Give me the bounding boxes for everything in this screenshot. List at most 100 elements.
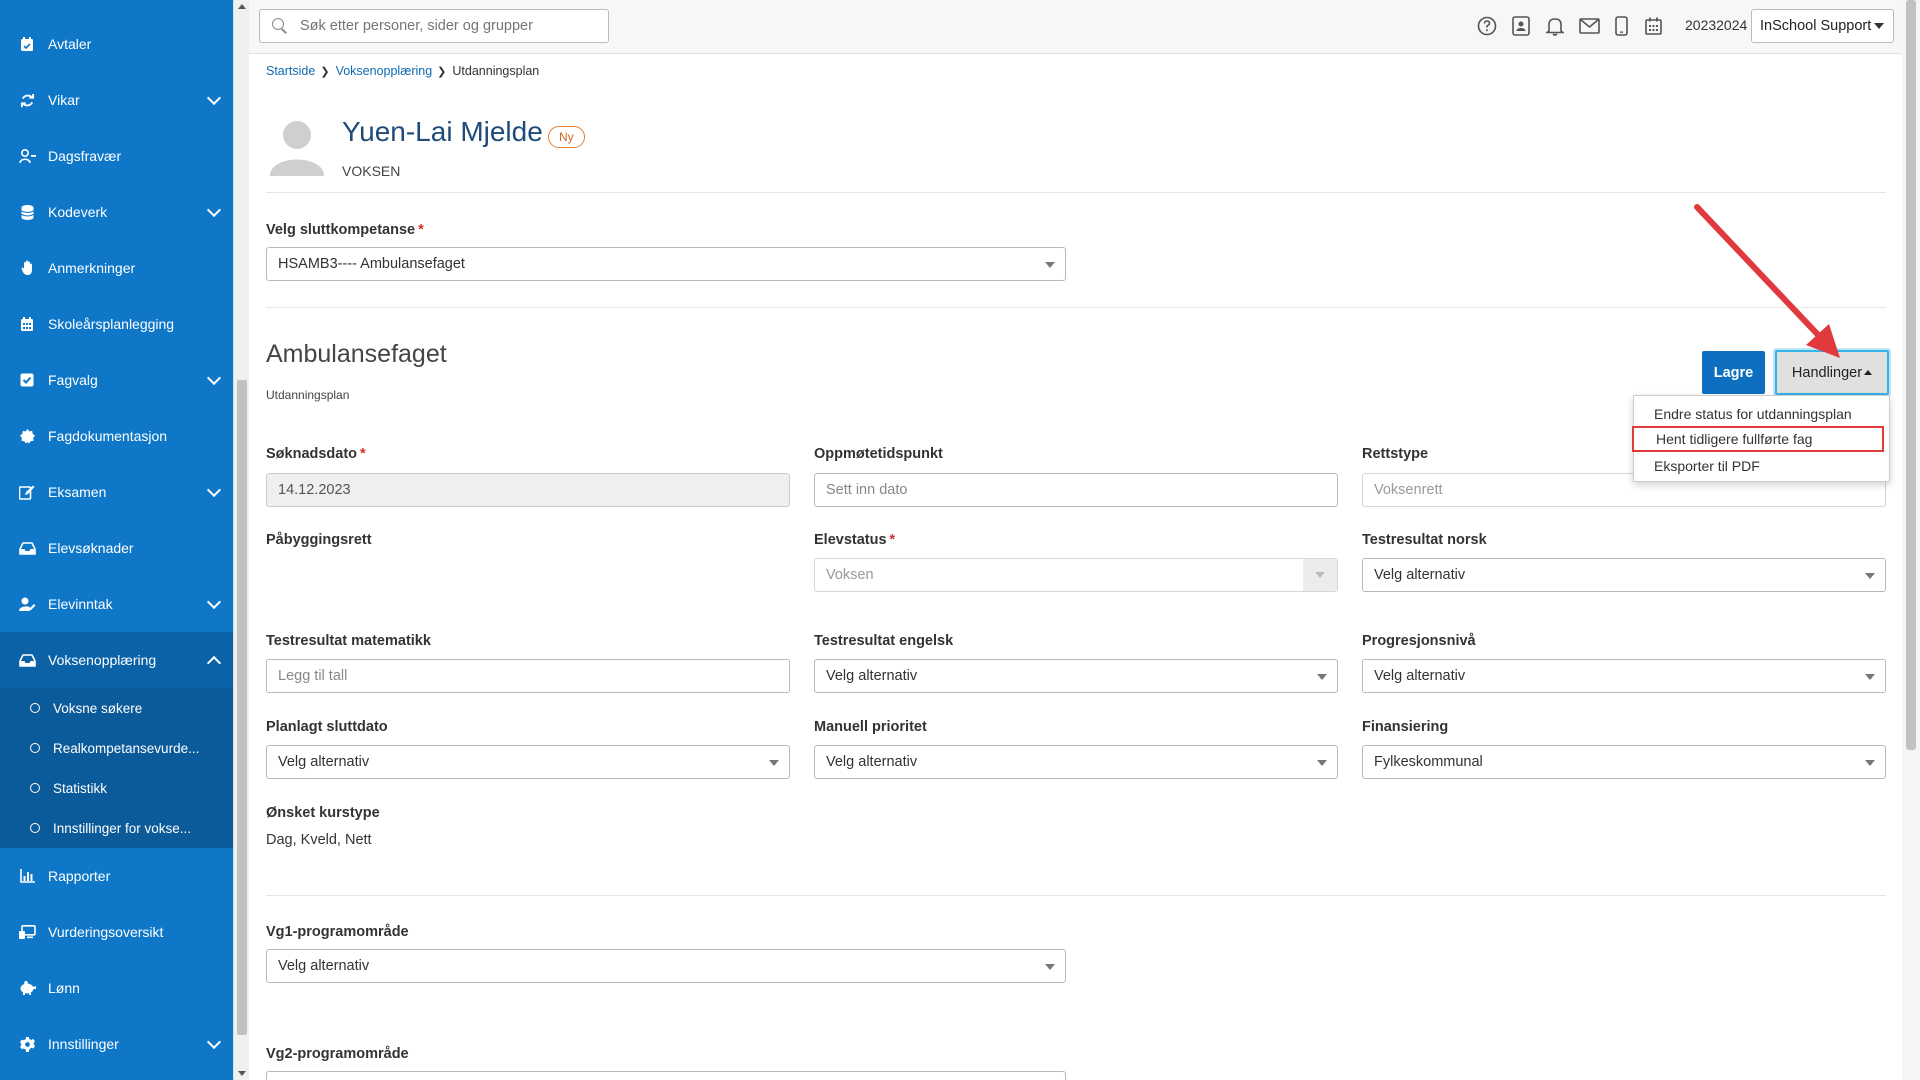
progresjon-select[interactable]: Velg alternativ (1362, 659, 1886, 693)
sidebar-subitem-innstillinger-voksen[interactable]: Innstillinger for vokse... (0, 808, 233, 848)
vg2-select[interactable] (266, 1071, 1066, 1080)
divider (266, 307, 1886, 308)
badge-icon (18, 427, 36, 445)
elevstatus-label: Elevstatus * (814, 532, 896, 548)
finansiering-value: Fylkeskommunal (1374, 754, 1483, 770)
sidebar-item-rapporter[interactable]: Rapporter (0, 848, 233, 904)
rettstype-label: Rettstype (1362, 446, 1429, 462)
inbox-icon (18, 651, 36, 669)
user-menu-button[interactable]: InSchool Support (1751, 9, 1894, 43)
school-year[interactable]: 20232024 (1685, 17, 1747, 33)
sidebar-subitem-label: Voksne søkere (53, 700, 143, 716)
dropdown-arrow-icon (1865, 674, 1875, 680)
scroll-up-arrow-icon[interactable] (238, 4, 246, 9)
sidebar-item-anmerkninger[interactable]: Anmerkninger (0, 240, 233, 296)
dropdown-arrow-icon (1865, 760, 1875, 766)
sidebar-item-elevinntak[interactable]: Elevinntak (0, 576, 233, 632)
sidebar-item-avtaler[interactable]: Avtaler (0, 16, 233, 72)
sidebar-item-label: Elevsøknader (48, 540, 134, 556)
person-role: VOKSEN (342, 163, 401, 179)
sidebar-item-skolearsplanlegging[interactable]: Skoleårsplanlegging (0, 296, 233, 352)
section-title: Ambulansefaget (266, 340, 447, 368)
chevron-down-icon (206, 482, 222, 498)
test-engelsk-select[interactable]: Velg alternativ (814, 659, 1338, 693)
test-norsk-value: Velg alternativ (1374, 567, 1466, 583)
sidebar-item-eksamen[interactable]: Eksamen (0, 464, 233, 520)
status-badge: Ny (548, 126, 585, 148)
menu-item-eksporter-pdf[interactable]: Eksporter til PDF (1634, 453, 1889, 479)
sidebar-item-innstillinger[interactable]: Innstillinger (0, 1016, 233, 1072)
sidebar-scrollbar[interactable] (233, 0, 249, 1080)
dropdown-arrow-icon (1045, 262, 1055, 268)
elevstatus-select: Voksen (814, 558, 1338, 592)
sluttdato-select[interactable]: Velg alternativ (266, 745, 790, 779)
dropdown-arrow-icon (1317, 674, 1327, 680)
sidebar-item-kodeverk[interactable]: Kodeverk (0, 184, 233, 240)
chevron-down-icon (206, 594, 222, 610)
sidebar-subitem-voksne-sokere[interactable]: Voksne søkere (0, 688, 233, 728)
oppmote-date-input[interactable]: Sett inn dato (814, 473, 1338, 507)
menu-item-endre-status[interactable]: Endre status for utdanningsplan (1634, 401, 1889, 427)
inbox-icon (18, 539, 36, 557)
sidebar-subitem-label: Realkompetansevurde... (53, 740, 200, 756)
page-scrollbar-thumb[interactable] (1906, 0, 1916, 750)
search-input[interactable] (300, 18, 600, 34)
page-scrollbar[interactable] (1902, 0, 1920, 1080)
breadcrumb-link-startside[interactable]: Startside (266, 64, 315, 78)
search-box[interactable] (259, 9, 609, 43)
competence-select[interactable]: HSAMB3---- Ambulansefaget (266, 247, 1066, 281)
sidebar-item-elevsoknader[interactable]: Elevsøknader (0, 520, 233, 576)
finansiering-label: Finansiering (1362, 719, 1449, 735)
test-matte-placeholder: Legg til tall (278, 668, 348, 684)
chevron-down-icon (206, 370, 222, 386)
sidebar-subitem-statistikk[interactable]: Statistikk (0, 768, 233, 808)
sidebar-scrollbar-thumb[interactable] (237, 380, 247, 1035)
gear-icon (18, 1035, 36, 1053)
sidebar-item-label: Vurderingsoversikt (48, 924, 164, 940)
user-menu-label: InSchool Support (1760, 18, 1872, 34)
user-edit-icon (18, 595, 36, 613)
mobile-phone-icon[interactable] (1609, 14, 1633, 38)
sidebar-item-dagsfravaer[interactable]: Dagsfravær (0, 128, 233, 184)
test-matte-label: Testresultat matematikk (266, 633, 431, 649)
piggy-bank-icon (18, 979, 36, 997)
scroll-down-arrow-icon[interactable] (238, 1071, 246, 1076)
calendar-icon (18, 315, 36, 333)
handlinger-menu: Endre status for utdanningsplan Hent tid… (1632, 395, 1890, 482)
dropdown-arrow-icon (1317, 760, 1327, 766)
dropdown-arrow-icon (769, 760, 779, 766)
test-norsk-select[interactable]: Velg alternativ (1362, 558, 1886, 592)
sidebar-item-lonn[interactable]: Lønn (0, 960, 233, 1016)
sidebar-subitem-realkompetanse[interactable]: Realkompetansevurde... (0, 728, 233, 768)
sidebar-item-fagvalg[interactable]: Fagvalg (0, 352, 233, 408)
sidebar-item-voksenopplaering[interactable]: Voksenopplæring (0, 632, 233, 688)
prioritet-select[interactable]: Velg alternativ (814, 745, 1338, 779)
competence-label: Velg sluttkompetanse * (266, 222, 424, 238)
mail-icon[interactable] (1577, 14, 1601, 38)
top-bar: 20232024 InSchool Support (249, 0, 1902, 54)
search-icon (272, 18, 288, 34)
finansiering-select[interactable]: Fylkeskommunal (1362, 745, 1886, 779)
calendar-icon[interactable] (1641, 14, 1665, 38)
help-icon[interactable] (1475, 14, 1499, 38)
sidebar-item-vikar[interactable]: Vikar (0, 72, 233, 128)
test-matte-input[interactable]: Legg til tall (266, 659, 790, 693)
elevstatus-value: Voksen (826, 567, 874, 583)
contact-card-icon[interactable] (1509, 14, 1533, 38)
vg1-select[interactable]: Velg alternativ (266, 949, 1066, 983)
circle-icon (30, 703, 40, 713)
soknadsdato-label: Søknadsdato * (266, 446, 366, 462)
chevron-down-icon (206, 202, 222, 218)
handlinger-button[interactable]: Handlinger (1775, 350, 1889, 395)
competence-value: HSAMB3---- Ambulansefaget (278, 256, 465, 272)
menu-item-hent-tidligere-fag[interactable]: Hent tidligere fullførte fag (1632, 426, 1884, 452)
dropdown-arrow-icon (1865, 573, 1875, 579)
sidebar-item-vurderingsoversikt[interactable]: Vurderingsoversikt (0, 904, 233, 960)
kurstype-label: Ønsket kurstype (266, 805, 380, 821)
breadcrumb-link-voksenopplaering[interactable]: Voksenopplæring (336, 64, 433, 78)
bell-icon[interactable] (1543, 14, 1567, 38)
save-button[interactable]: Lagre (1702, 351, 1765, 394)
avatar (270, 118, 324, 178)
sidebar-item-label: Lønn (48, 980, 80, 996)
sidebar-item-fagdokumentasjon[interactable]: Fagdokumentasjon (0, 408, 233, 464)
